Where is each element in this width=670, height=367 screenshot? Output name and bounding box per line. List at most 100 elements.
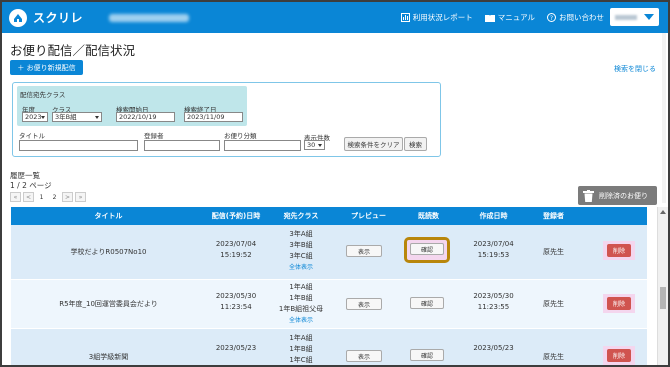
row-created-date: 2023/07/04 xyxy=(473,240,514,248)
deleted-letters-button[interactable]: 削除済のお便り xyxy=(578,186,657,205)
clear-search-button[interactable]: 検索条件をクリア xyxy=(344,137,403,151)
brand-name: スクリレ xyxy=(33,11,84,25)
history-table: タイトル 配信(予約)日時 宛先クラス プレビュー 既読数 作成日時 登録者 学… xyxy=(11,207,647,365)
chevron-down-icon xyxy=(644,14,654,20)
delete-button[interactable]: 削除 xyxy=(607,244,631,257)
school-name-redacted xyxy=(109,13,190,22)
page-title: お便り配信／配信状況 xyxy=(10,43,136,58)
row-title: 3組学級新聞 xyxy=(88,353,129,361)
last-page-button[interactable]: » xyxy=(75,192,87,202)
col-created-date: 作成日時 xyxy=(479,212,508,220)
trash-icon xyxy=(583,189,594,202)
table-row: R5年度_10回運営委員会だより 2023/05/30 11:23:54 1年A… xyxy=(11,280,647,329)
user-name-redacted xyxy=(615,14,637,20)
category-label: お便り分類 xyxy=(224,132,257,140)
row-sent-time: 11:23:54 xyxy=(220,303,252,311)
close-search-link[interactable]: 検索を閉じる xyxy=(614,64,656,74)
prev-page-button[interactable]: < xyxy=(23,192,35,202)
deleted-letters-label: 削除済のお便り xyxy=(599,191,648,200)
row-sent-time: 15:19:52 xyxy=(220,251,252,259)
row-registrant: 原先生 xyxy=(543,300,564,308)
preview-button[interactable]: 表示 xyxy=(346,350,382,362)
table-row: 3組学級新聞 2023/05/23 1年A組 1年B組 1年C組 表示 確認 2… xyxy=(11,329,647,365)
col-read-count: 既読数 xyxy=(418,212,439,220)
target-class-section: 配信宛先クラス 年度 2023 クラス 3年B組 検索開始日 2022/10/1… xyxy=(17,86,247,126)
delete-button[interactable]: 削除 xyxy=(607,349,631,362)
preview-button[interactable]: 表示 xyxy=(346,298,382,310)
first-page-button[interactable]: « xyxy=(10,192,21,202)
user-menu-button[interactable] xyxy=(610,8,659,26)
class-select[interactable]: 3年B組 xyxy=(52,112,102,122)
preview-button[interactable]: 表示 xyxy=(346,245,382,257)
table-row: 学校だよりR0507No10 2023/07/04 15:19:52 3年A組 … xyxy=(11,225,647,280)
col-sent-date: 配信(予約)日時 xyxy=(211,212,261,220)
svg-text:?: ? xyxy=(550,15,553,22)
manual-label: マニュアル xyxy=(497,13,535,22)
row-class: 3年A組 xyxy=(289,230,313,238)
row-class: 3年C組 xyxy=(289,252,313,260)
scroll-thumb[interactable] xyxy=(660,287,666,309)
target-class-heading: 配信宛先クラス xyxy=(20,91,66,99)
show-all-link[interactable]: 全体表示 xyxy=(266,262,336,271)
new-letter-button[interactable]: ＋ お便り新規配信 xyxy=(10,60,83,75)
count-select[interactable]: 30 xyxy=(304,140,325,150)
search-panel: 配信宛先クラス 年度 2023 クラス 3年B組 検索開始日 2022/10/1… xyxy=(12,82,441,157)
show-all-link[interactable]: 全体表示 xyxy=(266,315,336,324)
row-sent-date: 2023/05/23 xyxy=(215,344,257,352)
help-circle-icon: ? xyxy=(547,13,556,22)
row-created-date: 2023/05/30 xyxy=(473,292,514,300)
row-sent-date: 2023/05/30 xyxy=(215,292,257,300)
row-registrant: 原先生 xyxy=(543,248,564,256)
start-date-input[interactable]: 2022/10/19 xyxy=(116,112,175,122)
registrant-label: 登録者 xyxy=(144,132,164,140)
contact-label: お問い合わせ xyxy=(559,13,604,22)
page-info: 1 / 2 ページ xyxy=(10,181,52,190)
year-select[interactable]: 2023 xyxy=(22,112,48,122)
row-class: 1年B組 xyxy=(289,294,313,302)
col-classes: 宛先クラス xyxy=(283,212,319,220)
registrant-input[interactable] xyxy=(144,140,220,151)
logo-icon xyxy=(9,8,27,27)
row-created-time: 11:23:55 xyxy=(477,303,510,311)
title-label: タイトル xyxy=(19,132,45,140)
row-class: 1年A組 xyxy=(289,334,313,342)
row-title: 学校だよりR0507No10 xyxy=(70,248,147,256)
read-confirm-button[interactable]: 確認 xyxy=(410,297,444,309)
logo[interactable]: スクリレ xyxy=(9,8,84,27)
book-icon xyxy=(484,14,495,22)
pagination: « < 1 2 > » xyxy=(10,192,87,202)
manual-link[interactable]: マニュアル xyxy=(484,12,535,23)
report-icon xyxy=(400,13,410,22)
top-bar: スクリレ 利用状況レポート マニュアル ? お問い合わせ xyxy=(2,2,668,33)
page-scrollbar[interactable] xyxy=(662,33,666,203)
col-title: タイトル xyxy=(94,212,123,220)
usage-report-label: 利用状況レポート xyxy=(412,13,473,22)
category-input[interactable] xyxy=(224,140,301,151)
usage-report-link[interactable]: 利用状況レポート xyxy=(400,12,473,23)
row-class: 1年B組 xyxy=(289,345,313,353)
table-header: タイトル 配信(予約)日時 宛先クラス プレビュー 既読数 作成日時 登録者 xyxy=(11,207,647,225)
col-preview: プレビュー xyxy=(351,212,386,220)
title-input[interactable] xyxy=(19,140,138,151)
col-registrant: 登録者 xyxy=(543,212,564,220)
next-page-button[interactable]: > xyxy=(62,192,74,202)
row-registrant: 原先生 xyxy=(543,353,564,361)
page-2-button[interactable]: 2 xyxy=(49,192,61,202)
row-created-time: 15:19:53 xyxy=(477,251,510,259)
row-class: 1年C組 xyxy=(289,356,313,364)
page-1-button[interactable]: 1 xyxy=(36,192,48,202)
read-confirm-button[interactable]: 確認 xyxy=(410,349,444,361)
end-date-input[interactable]: 2023/11/09 xyxy=(184,112,243,122)
delete-button[interactable]: 削除 xyxy=(607,297,631,310)
search-button[interactable]: 検索 xyxy=(404,137,427,151)
focus-highlight xyxy=(404,237,450,263)
table-scrollbar[interactable] xyxy=(657,207,668,365)
row-sent-date: 2023/07/04 xyxy=(215,240,257,248)
row-created-date: 2023/05/23 xyxy=(473,344,514,352)
row-class: 3年B組 xyxy=(289,241,313,249)
row-class: 1年B組祖父母 xyxy=(278,305,324,313)
scroll-up-icon[interactable] xyxy=(660,210,666,214)
app-window: スクリレ 利用状況レポート マニュアル ? お問い合わせ お便り配信／配信状況 … xyxy=(0,0,670,367)
row-class: 1年A組 xyxy=(289,283,313,291)
contact-link[interactable]: ? お問い合わせ xyxy=(547,12,604,23)
